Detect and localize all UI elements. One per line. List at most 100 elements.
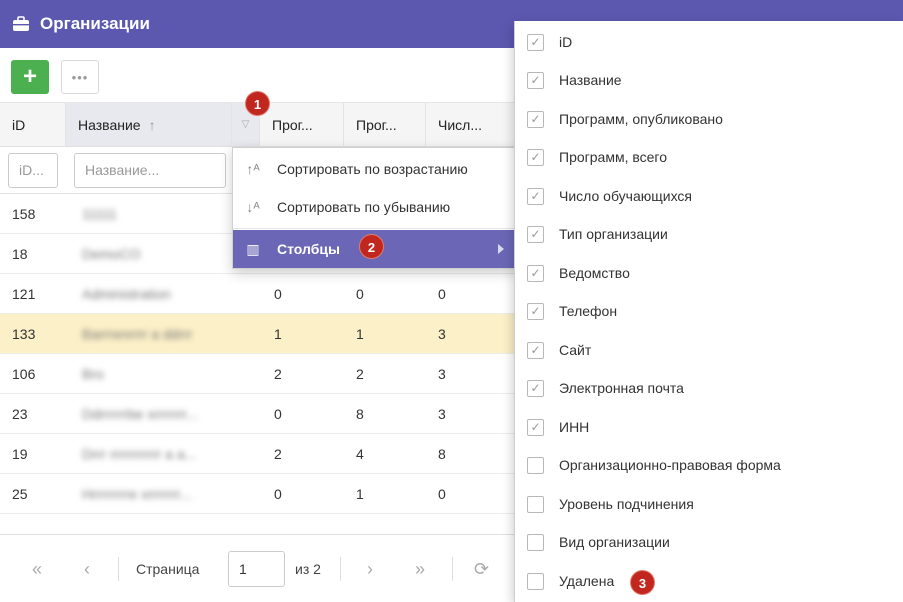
column-toggle-label: Название bbox=[559, 72, 622, 88]
first-page-icon[interactable]: « bbox=[32, 535, 42, 602]
cell-name: Barrrenrrrr a ddrrr bbox=[82, 326, 193, 342]
id-filter-input[interactable]: iD... bbox=[8, 153, 58, 188]
column-toggle-legal-form[interactable]: Организационно-правовая форма bbox=[515, 446, 903, 484]
checkbox-checked-icon[interactable]: ✓ bbox=[527, 225, 544, 243]
cell-name: Administration bbox=[82, 286, 171, 302]
more-button[interactable]: ••• bbox=[61, 60, 99, 94]
column-header-students[interactable]: Числ... bbox=[426, 103, 520, 147]
sort-descending-menu-item[interactable]: ↓ᴬ Сортировать по убыванию bbox=[233, 188, 518, 226]
column-toggle-label: Вид организации bbox=[559, 534, 670, 550]
cell-students: 3 bbox=[438, 406, 446, 422]
cell-programs-total: 1 bbox=[356, 486, 364, 502]
column-toggle-phone[interactable]: ✓ Телефон bbox=[515, 292, 903, 330]
pager-separator bbox=[118, 557, 119, 581]
sort-ascending-menu-item[interactable]: ↑ᴬ Сортировать по возрастанию bbox=[233, 150, 518, 188]
cell-name: DemoCO bbox=[82, 246, 141, 262]
cell-name: 11111 bbox=[82, 206, 117, 222]
cell-programs-total: 8 bbox=[356, 406, 364, 422]
checkbox-unchecked-icon[interactable] bbox=[527, 533, 544, 551]
cell-name: Ddrrrrrrbe xrrrrrrr... bbox=[82, 406, 198, 422]
column-header-id[interactable]: iD bbox=[0, 103, 66, 147]
checkbox-checked-icon[interactable]: ✓ bbox=[527, 71, 544, 89]
cell-id: 106 bbox=[12, 366, 36, 382]
cell-programs-published: 1 bbox=[274, 326, 282, 342]
cell-name: Drrr rrrrrrrrrrr a a... bbox=[82, 446, 197, 462]
column-toggle-students[interactable]: ✓ Число обучающихся bbox=[515, 177, 903, 215]
column-toggle-name[interactable]: ✓ Название bbox=[515, 61, 903, 99]
checkbox-checked-icon[interactable]: ✓ bbox=[527, 379, 544, 397]
column-toggle-id[interactable]: ✓ iD bbox=[515, 23, 903, 61]
cell-programs-total: 0 bbox=[356, 286, 364, 302]
last-page-icon[interactable]: » bbox=[415, 535, 425, 602]
table-row[interactable]: 121 Administration 0 0 0 bbox=[0, 274, 520, 314]
column-toggle-programs-total[interactable]: ✓ Программ, всего bbox=[515, 138, 903, 176]
column-toggle-email[interactable]: ✓ Электронная почта bbox=[515, 369, 903, 407]
column-toggle-inn[interactable]: ✓ ИНН bbox=[515, 408, 903, 446]
checkbox-checked-icon[interactable]: ✓ bbox=[527, 33, 544, 51]
checkbox-unchecked-icon[interactable] bbox=[527, 456, 544, 474]
table-row-selected[interactable]: 133 Barrrenrrrr a ddrrr 1 1 3 bbox=[0, 314, 520, 354]
checkbox-unchecked-icon[interactable] bbox=[527, 495, 544, 513]
cell-id: 25 bbox=[12, 486, 28, 502]
cell-programs-published: 0 bbox=[274, 486, 282, 502]
menu-item-label: Столбцы bbox=[277, 241, 340, 257]
checkbox-checked-icon[interactable]: ✓ bbox=[527, 418, 544, 436]
cell-students: 8 bbox=[438, 446, 446, 462]
column-toggle-label: Телефон bbox=[559, 303, 618, 319]
refresh-icon[interactable]: ⟳ bbox=[474, 535, 489, 602]
pager-separator bbox=[340, 557, 341, 581]
column-toggle-site[interactable]: ✓ Сайт bbox=[515, 331, 903, 369]
cell-programs-total: 1 bbox=[356, 326, 364, 342]
annotation-badge-2: 2 bbox=[359, 234, 384, 259]
checkbox-unchecked-icon[interactable] bbox=[527, 572, 544, 590]
menu-item-label: Сортировать по убыванию bbox=[277, 199, 451, 215]
name-filter-input[interactable]: Название... bbox=[74, 153, 226, 188]
column-toggle-label: Число обучающихся bbox=[559, 188, 692, 204]
cell-programs-total: 4 bbox=[356, 446, 364, 462]
column-toggle-label: Сайт bbox=[559, 342, 592, 358]
column-header-name[interactable]: Название ↑ bbox=[66, 103, 232, 147]
column-header-label: Прог... bbox=[356, 116, 397, 133]
pagination-bar: « ‹ Страница 1 из 2 › » ⟳ bbox=[0, 534, 520, 602]
column-header-label: Числ... bbox=[438, 116, 482, 133]
checkbox-checked-icon[interactable]: ✓ bbox=[527, 264, 544, 282]
checkbox-checked-icon[interactable]: ✓ bbox=[527, 341, 544, 359]
checkbox-checked-icon[interactable]: ✓ bbox=[527, 148, 544, 166]
table-row[interactable]: 19 Drrr rrrrrrrrrrr a a... 2 4 8 bbox=[0, 434, 520, 474]
checkbox-checked-icon[interactable]: ✓ bbox=[527, 187, 544, 205]
column-header-label: Прог... bbox=[272, 116, 313, 133]
cell-students: 0 bbox=[438, 486, 446, 502]
column-header-programs-total[interactable]: Прог... bbox=[344, 103, 426, 147]
checkbox-checked-icon[interactable]: ✓ bbox=[527, 302, 544, 320]
column-toggle-deleted[interactable]: Удалена bbox=[515, 562, 903, 600]
prev-page-icon[interactable]: ‹ bbox=[84, 535, 90, 602]
page-label: Страница bbox=[136, 561, 200, 577]
page-number-input[interactable]: 1 bbox=[228, 551, 285, 587]
cell-programs-published: 0 bbox=[274, 406, 282, 422]
column-toggle-org-kind[interactable]: Вид организации bbox=[515, 523, 903, 561]
column-toggle-org-type[interactable]: ✓ Тип организации bbox=[515, 215, 903, 253]
add-button[interactable]: + bbox=[11, 60, 49, 94]
cell-id: 121 bbox=[12, 286, 36, 302]
table-row[interactable]: 25 Hrrrrrrrre xrrrrrrr... 0 1 0 bbox=[0, 474, 520, 514]
cell-programs-published: 0 bbox=[274, 286, 282, 302]
table-row[interactable]: 23 Ddrrrrrrbe xrrrrrrr... 0 8 3 bbox=[0, 394, 520, 434]
cell-programs-total: 2 bbox=[356, 366, 364, 382]
next-page-icon[interactable]: › bbox=[367, 535, 373, 602]
column-header-programs-published[interactable]: Прог... bbox=[260, 103, 344, 147]
column-toggle-subordination[interactable]: Уровень подчинения bbox=[515, 485, 903, 523]
menu-item-label: Сортировать по возрастанию bbox=[277, 161, 468, 177]
cell-name: Hrrrrrrrre xrrrrrrr... bbox=[82, 486, 192, 502]
column-toggle-programs-published[interactable]: ✓ Программ, опубликовано bbox=[515, 100, 903, 138]
submenu-arrow-icon bbox=[498, 244, 504, 254]
column-toggle-label: Уровень подчинения bbox=[559, 496, 694, 512]
column-toggle-department[interactable]: ✓ Ведомство bbox=[515, 254, 903, 292]
sort-asc-icon: ↑ᴬ bbox=[246, 161, 260, 177]
table-row[interactable]: 106 Bro 2 2 3 bbox=[0, 354, 520, 394]
column-toggle-label: Программ, опубликовано bbox=[559, 111, 723, 127]
column-toggle-label: Ведомство bbox=[559, 265, 630, 281]
sort-ascending-icon: ↑ bbox=[148, 116, 156, 133]
checkbox-checked-icon[interactable]: ✓ bbox=[527, 110, 544, 128]
column-toggle-label: iD bbox=[559, 34, 573, 50]
column-toggle-label: Электронная почта bbox=[559, 380, 684, 396]
